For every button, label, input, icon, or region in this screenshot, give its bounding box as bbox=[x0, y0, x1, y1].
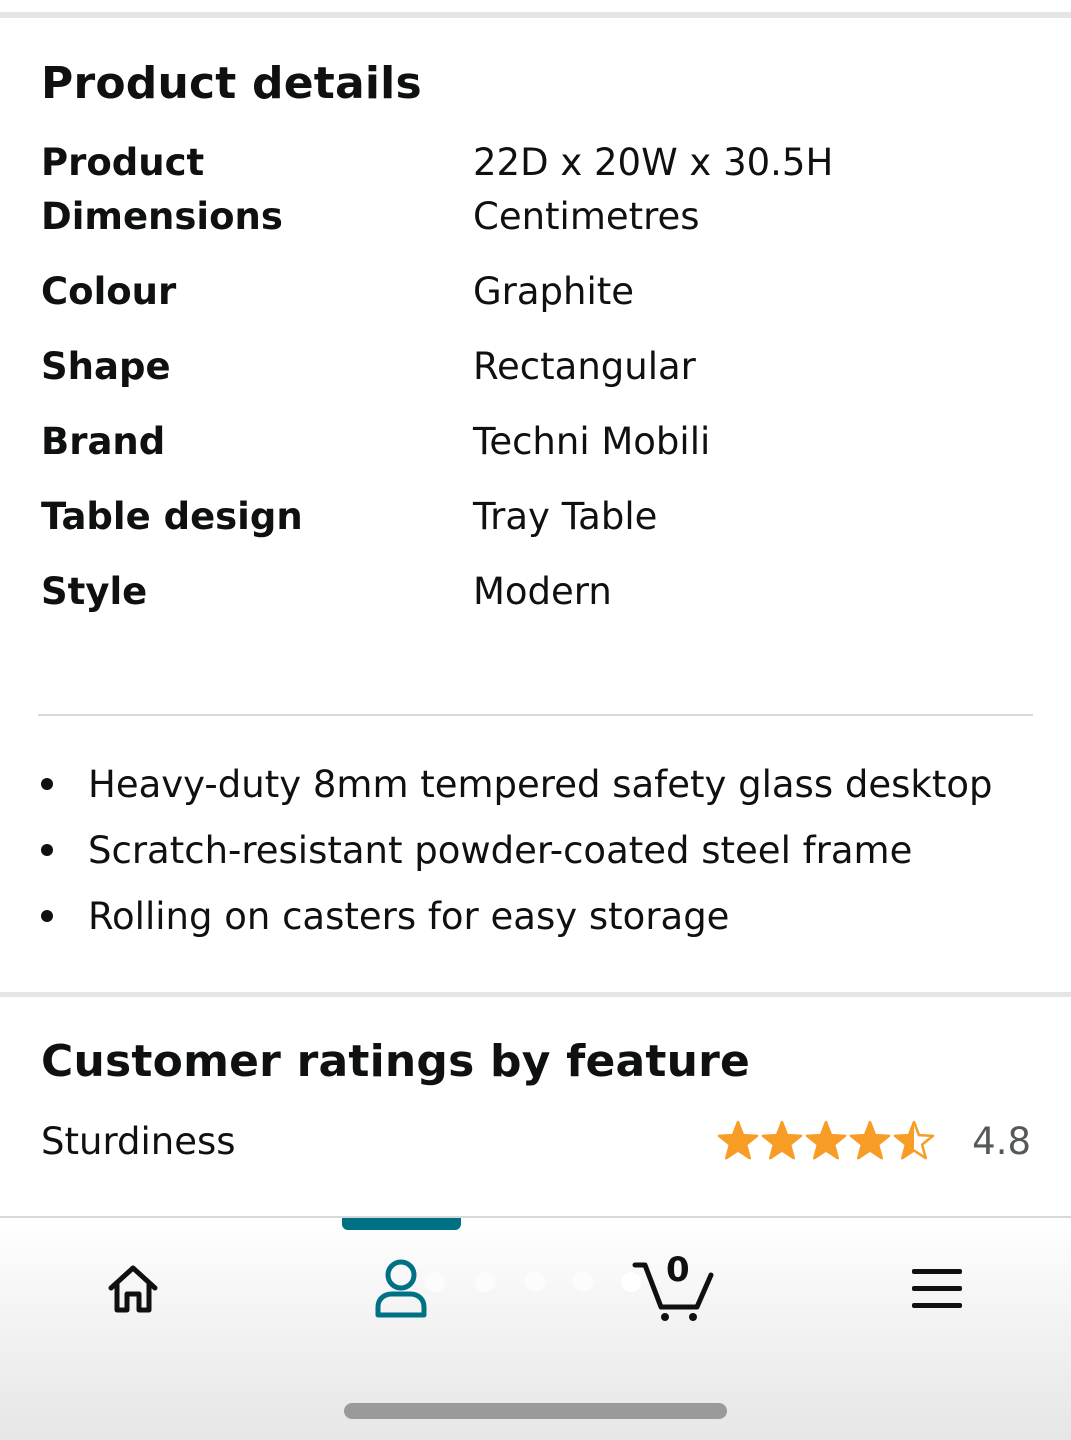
user-icon bbox=[375, 1259, 427, 1318]
details-divider bbox=[38, 714, 1033, 716]
detail-value: Graphite bbox=[473, 270, 635, 313]
home-indicator[interactable] bbox=[344, 1403, 727, 1419]
star-icon bbox=[805, 1120, 847, 1160]
rating-feature-name: Sturdiness bbox=[41, 1120, 236, 1163]
feature-bullets: Heavy-duty 8mm tempered safety glass des… bbox=[38, 752, 1038, 950]
bullet-text: Heavy-duty 8mm tempered safety glass des… bbox=[88, 763, 993, 806]
detail-row: Product Dimensions 22D x 20W x 30.5H Cent… bbox=[41, 136, 1031, 244]
star-icon bbox=[761, 1120, 803, 1160]
rating-row[interactable]: Sturdiness 4.8 bbox=[41, 1112, 1031, 1172]
nav-menu[interactable] bbox=[892, 1248, 982, 1328]
feature-bullet: Heavy-duty 8mm tempered safety glass des… bbox=[38, 752, 1038, 818]
detail-row: Brand Techni Mobili bbox=[41, 415, 1031, 469]
detail-label: Shape bbox=[41, 345, 171, 388]
feature-bullet: Scratch-resistant powder-coated steel fr… bbox=[38, 818, 1038, 884]
bullet-text: Scratch-resistant powder-coated steel fr… bbox=[88, 829, 913, 872]
bullet-text: Rolling on casters for easy storage bbox=[88, 895, 730, 938]
detail-row: Style Modern bbox=[41, 565, 1031, 619]
page-dots bbox=[425, 1272, 655, 1296]
feature-bullet: Rolling on casters for easy storage bbox=[38, 884, 1038, 950]
detail-value: Modern bbox=[473, 570, 612, 613]
rating-score: 4.8 bbox=[972, 1120, 1031, 1163]
detail-row: Table design Tray Table bbox=[41, 490, 1031, 544]
star-icon bbox=[893, 1120, 935, 1160]
detail-row: Colour Graphite bbox=[41, 265, 1031, 319]
detail-label: Product Dimensions bbox=[41, 141, 283, 238]
home-icon bbox=[108, 1265, 158, 1313]
top-divider bbox=[0, 12, 1071, 18]
product-page: Product details Product Dimensions 22D x … bbox=[0, 0, 1071, 1440]
bullet-dot bbox=[41, 844, 53, 856]
detail-label: Brand bbox=[41, 420, 166, 463]
bullet-dot bbox=[41, 910, 53, 922]
detail-row: Shape Rectangular bbox=[41, 340, 1031, 394]
bullet-dot bbox=[41, 778, 53, 790]
detail-value: 22D x 20W x 30.5H Centimetres bbox=[473, 141, 834, 238]
detail-label: Table design bbox=[41, 495, 303, 538]
menu-icon bbox=[912, 1269, 962, 1308]
section-divider bbox=[0, 992, 1071, 997]
product-details-title: Product details bbox=[41, 58, 422, 109]
detail-label: Colour bbox=[41, 270, 177, 313]
star-icon bbox=[717, 1120, 759, 1160]
detail-value: Tray Table bbox=[473, 495, 658, 538]
product-details-table: Product Dimensions 22D x 20W x 30.5H Cent… bbox=[41, 136, 1031, 640]
detail-value: Rectangular bbox=[473, 345, 696, 388]
cart-count: 0 bbox=[666, 1250, 690, 1290]
nav-home[interactable] bbox=[88, 1248, 178, 1328]
ratings-title: Customer ratings by feature bbox=[41, 1036, 751, 1087]
star-icon bbox=[849, 1120, 891, 1160]
rating-stars bbox=[717, 1120, 935, 1160]
active-tab-indicator bbox=[342, 1218, 461, 1230]
detail-value: Techni Mobili bbox=[473, 420, 711, 463]
detail-label: Style bbox=[41, 570, 148, 613]
